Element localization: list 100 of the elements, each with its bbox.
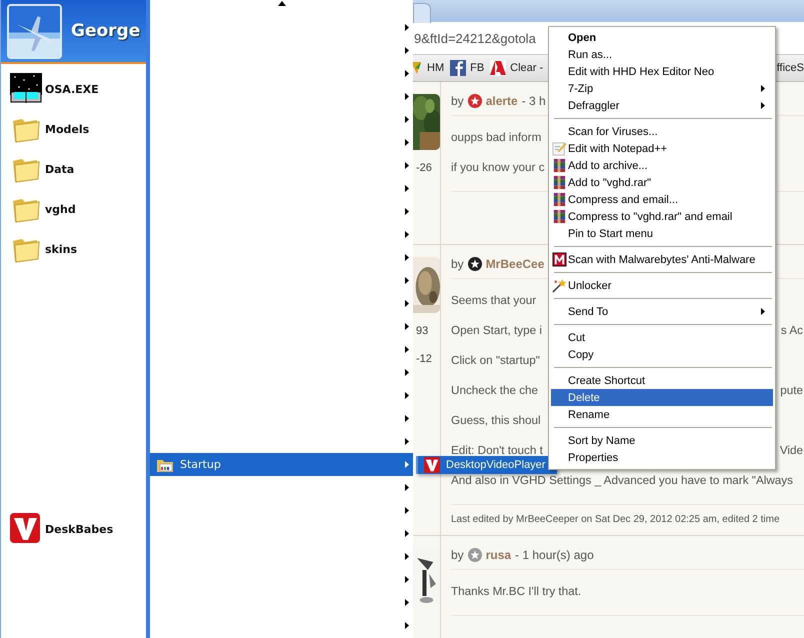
submenu-arrow-icon [405, 277, 409, 284]
post-text: Open Start, type i [451, 324, 542, 338]
books-icon [552, 192, 567, 207]
post-text: Seems that your [451, 294, 536, 308]
submenu-arrow-icon [405, 622, 409, 629]
submenu-arrow-icon [405, 93, 409, 100]
submenu-arrow-icon [405, 139, 409, 146]
scroll-up-icon[interactable] [278, 1, 286, 6]
post-text: Guess, this shoul [451, 414, 541, 428]
start-menu-item[interactable]: OSA.EXE [1, 69, 146, 109]
submenu-arrow-icon [405, 116, 409, 123]
context-menu-item[interactable]: Edit with Notepad++ [551, 140, 773, 157]
context-menu-item[interactable]: 7-Zip [551, 80, 773, 97]
author-link[interactable]: MrBeeCee [486, 256, 544, 270]
address-field[interactable]: 9&ftId=24212&gotola [413, 30, 536, 46]
submenu-arrow-icon [405, 599, 409, 606]
context-menu-item[interactable]: Cut [551, 329, 773, 346]
submenu-arrow-icon [405, 162, 409, 169]
submenu-arrow-icon [405, 185, 409, 192]
submenu-arrow-icon [405, 392, 409, 399]
post-text: Uncheck the che [451, 384, 538, 398]
post-text: Click on "startup" [451, 354, 540, 368]
start-menu-item[interactable]: Data [1, 149, 146, 189]
submenu-arrow-icon [761, 85, 765, 92]
books-icon [552, 158, 567, 173]
v-logo-icon [424, 457, 440, 473]
post-text: Vide [780, 444, 804, 458]
start-menu-item[interactable]: DeskBabes [1, 509, 146, 549]
submenu-arrow-icon [405, 415, 409, 422]
post-time: - 1 hour(s) ago [515, 548, 594, 562]
context-menu-item[interactable]: Compress to "vghd.rar" and email [551, 208, 773, 225]
magic-wand-icon [552, 278, 567, 293]
books-icon [552, 175, 567, 190]
context-menu-item[interactable]: Copy [551, 346, 773, 363]
context-menu-item[interactable]: Sort by Name [551, 432, 773, 449]
menu-item[interactable]: DesktopVideoPlayer [418, 456, 557, 474]
v-logo-icon [10, 513, 42, 545]
context-menu-item[interactable]: Delete [551, 389, 773, 406]
context-menu-item[interactable]: Scan for Viruses... [551, 123, 773, 140]
post-text: oupps bad inform [451, 131, 542, 145]
bookmark-link[interactable]: HM [427, 62, 444, 74]
submenu-arrow-icon [405, 484, 409, 491]
context-menu-item[interactable]: Add to archive... [551, 157, 773, 174]
edit-note: Last edited by MrBeeCeeper on Sat Dec 29, 2012 02:25 am, edited 2 time [451, 514, 780, 525]
bookmark-link[interactable]: Clear - [510, 62, 544, 74]
context-menu-item[interactable]: Compress and email... [551, 191, 773, 208]
submenu-arrow-icon [405, 300, 409, 307]
by-label: by [451, 94, 464, 108]
start-menu-item[interactable]: Models [1, 109, 146, 149]
start-menu-item[interactable]: skins [1, 229, 146, 269]
author-link[interactable]: alerte [486, 94, 518, 108]
bookmark-link[interactable]: fficeS [776, 62, 804, 74]
submenu-arrow-icon [405, 576, 409, 583]
by-label: by [451, 548, 464, 562]
post-stat: -12 [415, 352, 433, 367]
context-menu-item[interactable]: Create Shortcut [551, 372, 773, 389]
by-label: by [451, 256, 464, 270]
context-menu-item[interactable]: Rename [551, 406, 773, 423]
submenu-arrow-icon [761, 102, 765, 109]
post-time: - 3 h [522, 94, 546, 108]
submenu-arrow-icon [405, 208, 409, 215]
submenu-arrow-icon [405, 507, 409, 514]
post-text: Edit: Don't touch t [451, 444, 543, 458]
start-menu-item[interactable]: vghd [1, 189, 146, 229]
submenu-arrow-icon [405, 461, 409, 468]
context-menu-item[interactable]: Edit with HHD Hex Editor Neo [551, 63, 773, 80]
submenu-arrow-icon [405, 254, 409, 261]
post-stat: 93 [415, 324, 430, 339]
context-menu-item[interactable]: Scan with Malwarebytes' Anti-Malware [551, 251, 773, 268]
submenu-arrow-icon [405, 231, 409, 238]
context-menu-item[interactable]: Send To [551, 303, 773, 320]
bookmark-link[interactable]: FB [470, 62, 484, 74]
author-link[interactable]: rusa [486, 548, 512, 562]
post-text: s Ac [780, 324, 804, 338]
m-logo-icon [552, 252, 567, 267]
post-text: And also in VGHD Settings _ Advanced you have to mark "Always [451, 474, 793, 488]
adobe-icon [490, 60, 506, 76]
books-icon [552, 209, 567, 224]
context-menu-item[interactable]: Add to "vghd.rar" [551, 174, 773, 191]
submenu-arrow-icon [405, 438, 409, 445]
context-menu-item[interactable]: Unlocker [551, 277, 773, 294]
facebook-icon [450, 60, 466, 76]
post-text: if you know your c [451, 161, 545, 175]
submenu-arrow-icon [405, 24, 409, 31]
submenu-arrow-icon [405, 323, 409, 330]
context-menu-item[interactable]: Pin to Start menu [551, 225, 773, 242]
post-text: pute [780, 384, 804, 398]
submenu-arrow-icon [405, 70, 409, 77]
post-stat: -26 [415, 161, 433, 176]
context-menu-item[interactable]: Open [551, 29, 773, 46]
menu-item[interactable]: Startup [180, 458, 221, 471]
notepad-icon [552, 141, 567, 156]
submenu-arrow-icon [405, 47, 409, 54]
submenu-arrow-icon [405, 553, 409, 560]
post-text: Thanks Mr.BC I'll try that. [451, 585, 582, 599]
program-icon [10, 73, 42, 105]
context-menu-item[interactable]: Run as... [551, 46, 773, 63]
context-menu-item[interactable]: Defraggler [551, 97, 773, 114]
submenu-arrow-icon [405, 369, 409, 376]
submenu-arrow-icon [405, 530, 409, 537]
